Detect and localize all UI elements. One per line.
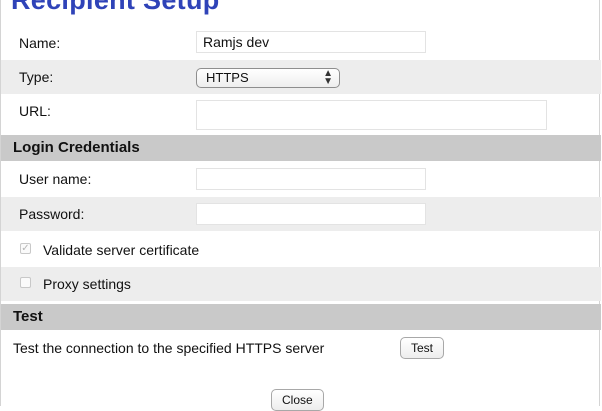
url-row: URL: bbox=[1, 94, 601, 130]
chevron-updown-icon: ▲ ▼ bbox=[323, 68, 333, 87]
close-button[interactable]: Close bbox=[271, 389, 324, 411]
type-label: Type: bbox=[19, 69, 54, 85]
validate-cert-label: Validate server certificate bbox=[43, 242, 200, 258]
test-header: Test bbox=[1, 304, 601, 330]
validate-cert-row: ✓ Validate server certificate bbox=[1, 233, 601, 267]
name-label: Name: bbox=[19, 35, 61, 51]
recipient-setup-dialog: Recipient Setup Name: Type: HTTPS ▲▼ URL… bbox=[0, 0, 601, 411]
url-input[interactable] bbox=[196, 100, 547, 130]
url-label: URL: bbox=[19, 103, 51, 119]
test-title: Test bbox=[13, 308, 43, 325]
type-select[interactable]: HTTPS ▲ ▼ bbox=[196, 68, 340, 88]
name-row: Name: bbox=[1, 26, 601, 60]
password-input[interactable] bbox=[196, 203, 426, 225]
test-button[interactable]: Test bbox=[400, 337, 445, 359]
username-input[interactable] bbox=[196, 168, 426, 190]
login-credentials-title: Login Credentials bbox=[13, 139, 140, 156]
dialog-title: Recipient Setup bbox=[11, 0, 220, 15]
password-row: Password: bbox=[1, 197, 601, 231]
username-label: User name: bbox=[19, 171, 92, 187]
password-label: Password: bbox=[19, 206, 85, 222]
name-input[interactable] bbox=[196, 31, 426, 53]
validate-cert-checkbox[interactable]: ✓ bbox=[20, 243, 31, 254]
username-row: User name: bbox=[1, 162, 601, 196]
proxy-label: Proxy settings bbox=[43, 276, 131, 292]
login-credentials-header: Login Credentials bbox=[1, 135, 601, 161]
proxy-checkbox[interactable] bbox=[20, 277, 31, 288]
type-select-value: HTTPS bbox=[206, 70, 249, 85]
proxy-row: Proxy settings bbox=[1, 267, 601, 301]
test-description: Test the connection to the specified HTT… bbox=[13, 340, 325, 356]
type-row: Type: HTTPS ▲ ▼ bbox=[1, 60, 601, 94]
